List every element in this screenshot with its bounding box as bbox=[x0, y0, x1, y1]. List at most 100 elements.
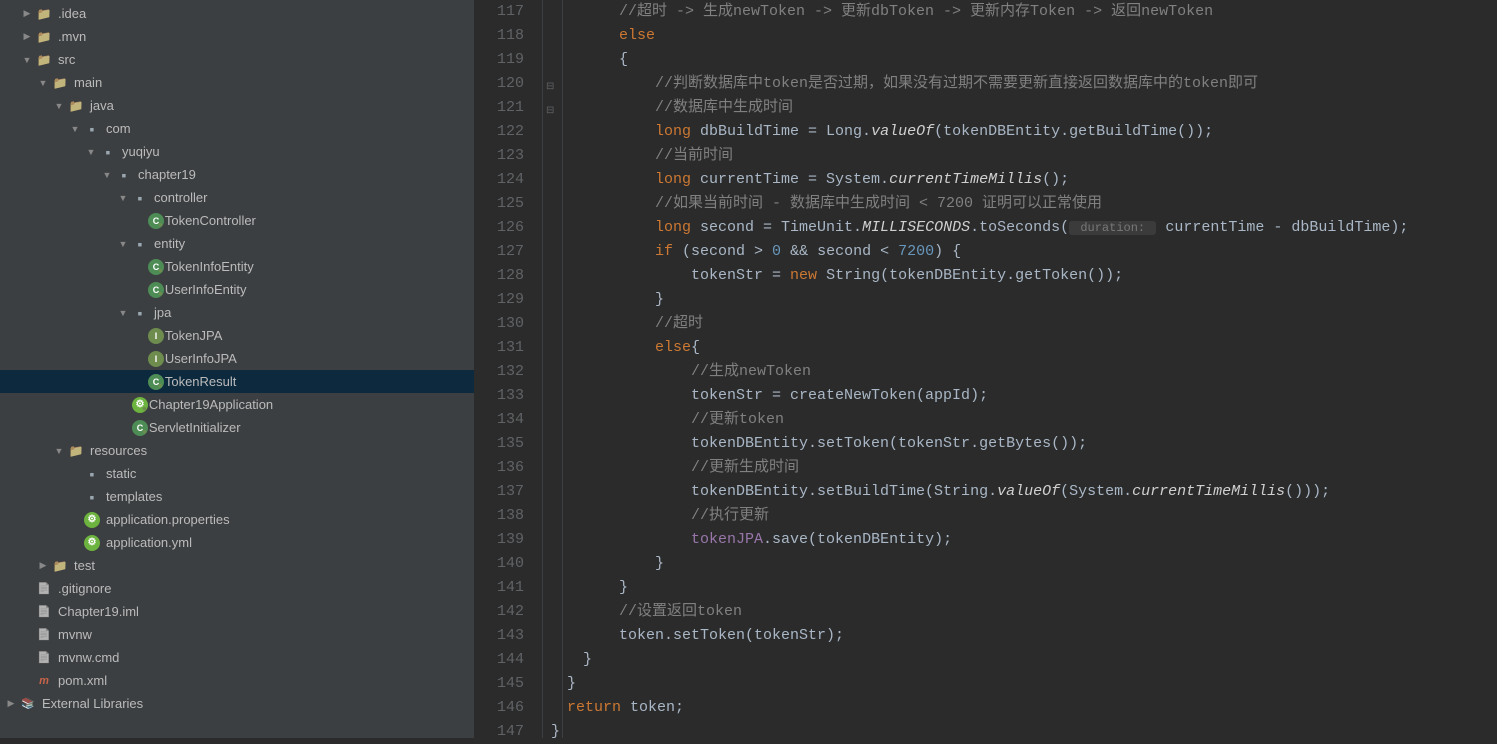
code-token bbox=[583, 123, 655, 140]
tree-item-templates[interactable]: templates bbox=[0, 485, 474, 508]
code-token bbox=[583, 75, 655, 92]
code-token: { bbox=[583, 51, 628, 68]
code-line[interactable]: tokenStr = createNewToken(appId); bbox=[583, 384, 1408, 408]
tree-item-userinfojpa[interactable]: ●UserInfoJPA bbox=[0, 347, 474, 370]
fold-column[interactable]: ⊟⊟ bbox=[543, 0, 563, 738]
tree-arrow-icon[interactable] bbox=[102, 170, 112, 180]
tree-item-application-yml[interactable]: application.yml bbox=[0, 531, 474, 554]
tree-item-userinfoentity[interactable]: ●UserInfoEntity bbox=[0, 278, 474, 301]
fold-marker-icon[interactable]: ⊟ bbox=[546, 76, 554, 100]
fold-marker-icon[interactable]: ⊟ bbox=[546, 100, 554, 124]
tree-arrow-icon[interactable] bbox=[54, 446, 64, 456]
tree-item-src[interactable]: src bbox=[0, 48, 474, 71]
code-line[interactable]: } bbox=[583, 576, 1408, 600]
tree-item-pom-xml[interactable]: pom.xml bbox=[0, 669, 474, 692]
tree-item-label: entity bbox=[154, 236, 185, 251]
tree-arrow-icon[interactable] bbox=[38, 78, 48, 88]
code-line[interactable]: } bbox=[583, 288, 1408, 312]
line-number: 121 bbox=[475, 96, 524, 120]
tree-arrow-icon[interactable] bbox=[22, 31, 32, 42]
line-gutter: 1171181191201211221231241251261271281291… bbox=[475, 0, 543, 738]
tree-item-tokeninfoentity[interactable]: ●TokenInfoEntity bbox=[0, 255, 474, 278]
code-line[interactable]: tokenJPA.save(tokenDBEntity); bbox=[583, 528, 1408, 552]
tree-arrow-icon[interactable] bbox=[118, 193, 128, 203]
code-area[interactable]: //超时 -> 生成newToken -> 更新dbToken -> 更新内存T… bbox=[563, 0, 1408, 738]
tree-item-application-properties[interactable]: application.properties bbox=[0, 508, 474, 531]
tree-item-external-libraries[interactable]: External Libraries bbox=[0, 692, 474, 715]
code-token: .toSeconds( bbox=[970, 219, 1069, 236]
tree-item-jpa[interactable]: jpa bbox=[0, 301, 474, 324]
code-line[interactable]: return token; bbox=[567, 696, 1408, 720]
tree-item-mvnw-cmd[interactable]: mvnw.cmd bbox=[0, 646, 474, 669]
code-line[interactable]: token.setToken(tokenStr); bbox=[583, 624, 1408, 648]
tree-item-servletinitializer[interactable]: ●ServletInitializer bbox=[0, 416, 474, 439]
tree-arrow-icon[interactable] bbox=[118, 239, 128, 249]
code-line[interactable]: { bbox=[583, 48, 1408, 72]
tree-item-mvnw[interactable]: mvnw bbox=[0, 623, 474, 646]
tree-item-yuqiyu[interactable]: yuqiyu bbox=[0, 140, 474, 163]
code-line[interactable]: long currentTime = System.currentTimeMil… bbox=[583, 168, 1408, 192]
line-number: 139 bbox=[475, 528, 524, 552]
file-icon bbox=[36, 604, 52, 620]
code-line[interactable]: //设置返回token bbox=[583, 600, 1408, 624]
tree-item-com[interactable]: com bbox=[0, 117, 474, 140]
tree-item-tokenjpa[interactable]: ●TokenJPA bbox=[0, 324, 474, 347]
code-line[interactable]: //超时 -> 生成newToken -> 更新dbToken -> 更新内存T… bbox=[583, 0, 1408, 24]
code-line[interactable]: //执行更新 bbox=[583, 504, 1408, 528]
tree-item-entity[interactable]: entity bbox=[0, 232, 474, 255]
code-line[interactable]: //当前时间 bbox=[583, 144, 1408, 168]
code-line[interactable]: //更新token bbox=[583, 408, 1408, 432]
tree-item-test[interactable]: test bbox=[0, 554, 474, 577]
tree-item-static[interactable]: static bbox=[0, 462, 474, 485]
tree-item-tokenresult[interactable]: ●TokenResult bbox=[0, 370, 474, 393]
lib-icon bbox=[20, 696, 36, 712]
tree-item-tokencontroller[interactable]: ●TokenController bbox=[0, 209, 474, 232]
code-line[interactable]: } bbox=[551, 720, 1408, 744]
code-line[interactable]: else bbox=[583, 24, 1408, 48]
tree-arrow-icon[interactable] bbox=[118, 308, 128, 318]
tree-item-controller[interactable]: controller bbox=[0, 186, 474, 209]
tree-arrow-icon[interactable] bbox=[22, 55, 32, 65]
code-line[interactable]: //判断数据库中token是否过期，如果没有过期不需要更新直接返回数据库中的to… bbox=[583, 72, 1408, 96]
code-token: //如果当前时间 - 数据库中生成时间 < 7200 证明可以正常使用 bbox=[655, 195, 1102, 212]
code-line[interactable]: //数据库中生成时间 bbox=[583, 96, 1408, 120]
code-token: ) { bbox=[934, 243, 961, 260]
code-line[interactable]: } bbox=[567, 672, 1408, 696]
tree-arrow-icon[interactable] bbox=[6, 698, 16, 709]
tree-arrow-icon[interactable] bbox=[86, 147, 96, 157]
tree-item--gitignore[interactable]: .gitignore bbox=[0, 577, 474, 600]
code-line[interactable]: if (second > 0 && second < 7200) { bbox=[583, 240, 1408, 264]
code-line[interactable]: //生成newToken bbox=[583, 360, 1408, 384]
project-tree[interactable]: .idea.mvnsrcmainjavacomyuqiyuchapter19co… bbox=[0, 0, 475, 738]
tree-item-label: mvnw.cmd bbox=[58, 650, 119, 665]
tree-item--idea[interactable]: .idea bbox=[0, 2, 474, 25]
tree-item-resources[interactable]: resources bbox=[0, 439, 474, 462]
tree-arrow-icon[interactable] bbox=[22, 8, 32, 19]
tree-item--mvn[interactable]: .mvn bbox=[0, 25, 474, 48]
code-line[interactable]: tokenDBEntity.setBuildTime(String.valueO… bbox=[583, 480, 1408, 504]
code-line[interactable]: long dbBuildTime = Long.valueOf(tokenDBE… bbox=[583, 120, 1408, 144]
tree-arrow-icon[interactable] bbox=[38, 560, 48, 571]
code-line[interactable]: tokenDBEntity.setToken(tokenStr.getBytes… bbox=[583, 432, 1408, 456]
code-token: { bbox=[691, 339, 700, 356]
tree-item-chapter19[interactable]: chapter19 bbox=[0, 163, 474, 186]
code-line[interactable]: //超时 bbox=[583, 312, 1408, 336]
tree-item-chapter19-iml[interactable]: Chapter19.iml bbox=[0, 600, 474, 623]
code-line[interactable]: } bbox=[583, 552, 1408, 576]
code-editor[interactable]: 1171181191201211221231241251261271281291… bbox=[475, 0, 1497, 738]
tree-arrow-icon[interactable] bbox=[70, 124, 80, 134]
tree-item-java[interactable]: java bbox=[0, 94, 474, 117]
code-token: if bbox=[655, 243, 682, 260]
code-line[interactable]: } bbox=[583, 648, 1408, 672]
code-token: long bbox=[655, 171, 700, 188]
tree-item-main[interactable]: main bbox=[0, 71, 474, 94]
code-token: long bbox=[655, 219, 700, 236]
code-line[interactable]: else{ bbox=[583, 336, 1408, 360]
tree-item-chapter19application[interactable]: ●Chapter19Application bbox=[0, 393, 474, 416]
code-token: valueOf bbox=[997, 483, 1060, 500]
code-line[interactable]: //更新生成时间 bbox=[583, 456, 1408, 480]
tree-arrow-icon[interactable] bbox=[54, 101, 64, 111]
code-line[interactable]: tokenStr = new String(tokenDBEntity.getT… bbox=[583, 264, 1408, 288]
code-line[interactable]: long second = TimeUnit.MILLISECONDS.toSe… bbox=[583, 216, 1408, 240]
code-line[interactable]: //如果当前时间 - 数据库中生成时间 < 7200 证明可以正常使用 bbox=[583, 192, 1408, 216]
